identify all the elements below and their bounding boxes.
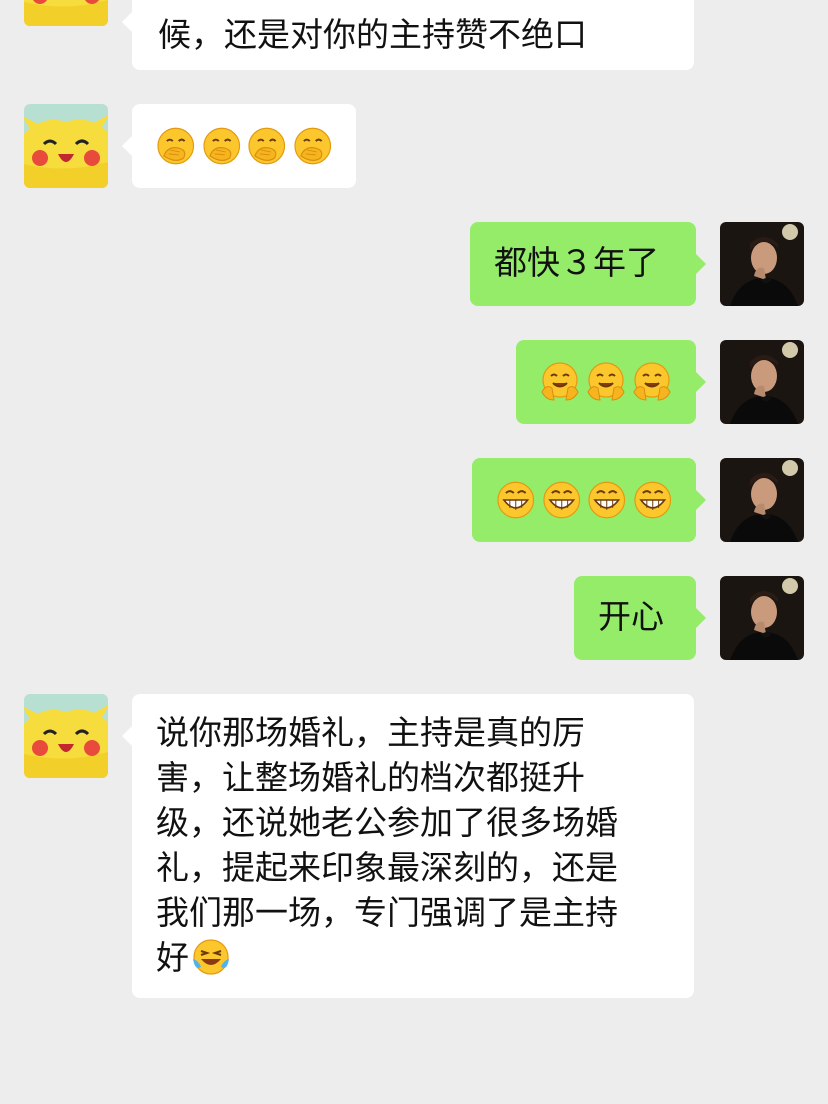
emoji-row [156, 118, 332, 174]
grinning-teeth-emoji [542, 480, 582, 520]
user-avatar[interactable] [720, 576, 804, 660]
user-avatar[interactable] [720, 222, 804, 306]
outgoing-message-bubble[interactable] [472, 458, 706, 542]
emoji-row [496, 472, 672, 528]
message-line: 害，让整场婚礼的档次都挺升 [156, 758, 585, 797]
outgoing-message-bubble[interactable] [516, 340, 706, 424]
laughing-tears-emoji [191, 937, 231, 977]
message-line-last: 好 [156, 935, 670, 980]
hand-over-mouth-emoji [293, 126, 333, 166]
contact-avatar[interactable] [24, 694, 108, 778]
hand-over-mouth-emoji [156, 126, 196, 166]
hugging-face-emoji [586, 362, 626, 402]
user-avatar[interactable] [720, 458, 804, 542]
incoming-message-bubble[interactable]: 候，还是对你的主持赞不绝口 [122, 0, 694, 70]
outgoing-message-bubble[interactable]: 都快３年了 [470, 222, 706, 306]
grinning-teeth-emoji [587, 480, 627, 520]
outgoing-message-bubble[interactable]: 开心 [574, 576, 706, 660]
message-line: 我们那一场，专门强调了是主持 [156, 893, 618, 932]
message-line: 好 [156, 938, 189, 977]
emoji-row [540, 354, 672, 410]
message-text: 都快３年了 [494, 243, 659, 282]
hand-over-mouth-emoji [202, 126, 242, 166]
message-line: 礼，提起来印象最深刻的，还是 [156, 848, 618, 887]
message-line: 说你那场婚礼，主持是真的厉 [156, 713, 585, 752]
grinning-teeth-emoji [496, 480, 536, 520]
message-text: 开心 [598, 597, 664, 636]
message-line: 级，还说她老公参加了很多场婚 [156, 803, 618, 842]
grinning-teeth-emoji [633, 480, 673, 520]
user-avatar[interactable] [720, 340, 804, 424]
incoming-message-bubble[interactable] [122, 104, 356, 188]
message-text: 候，还是对你的主持赞不绝口 [158, 15, 587, 54]
hugging-face-emoji [632, 362, 672, 402]
contact-avatar[interactable] [24, 0, 108, 26]
incoming-message-bubble[interactable]: 说你那场婚礼，主持是真的厉 害，让整场婚礼的档次都挺升 级，还说她老公参加了很多… [122, 694, 694, 998]
contact-avatar[interactable] [24, 104, 108, 188]
hugging-face-emoji [540, 362, 580, 402]
hand-over-mouth-emoji [247, 126, 287, 166]
